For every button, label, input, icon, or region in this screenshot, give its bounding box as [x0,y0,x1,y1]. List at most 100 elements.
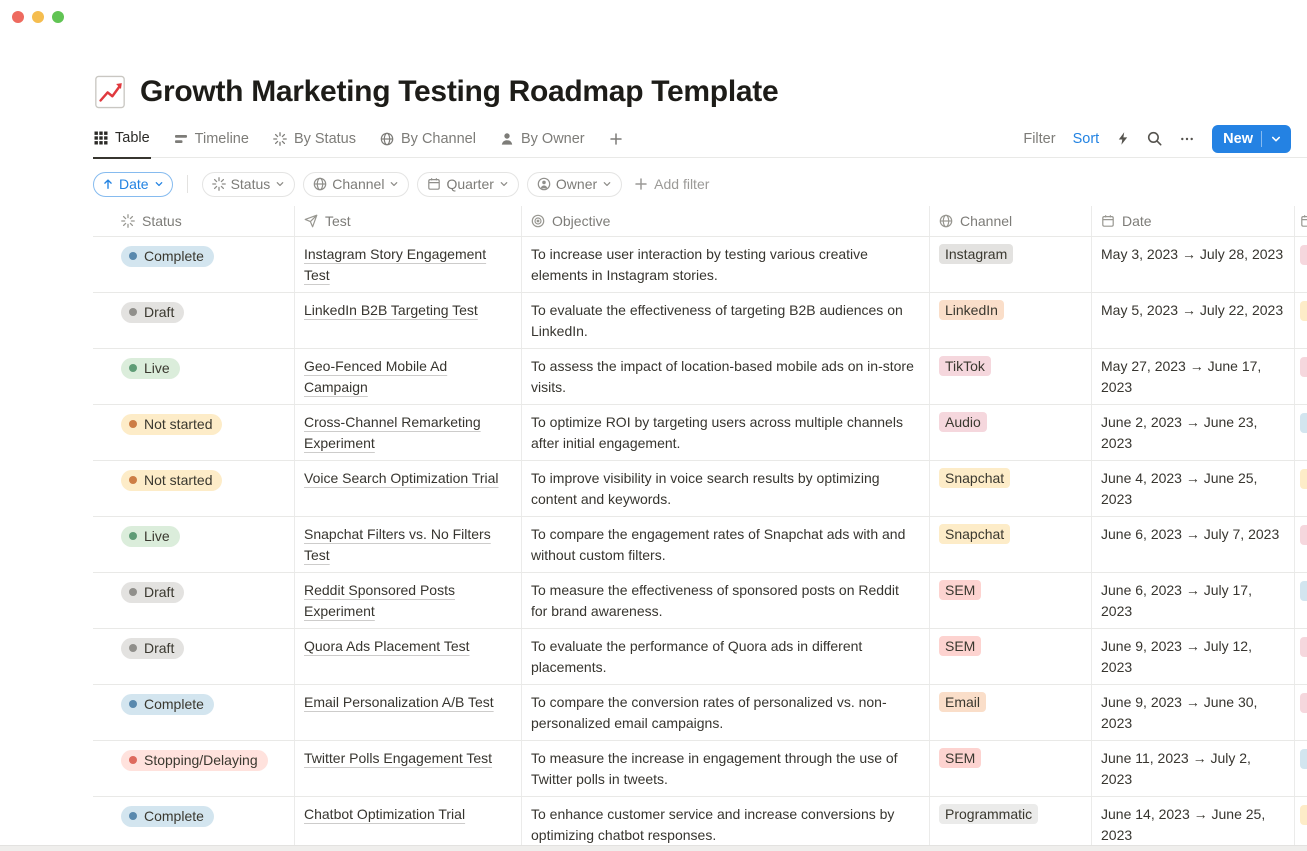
test-title-link[interactable]: LinkedIn B2B Targeting Test [304,302,478,318]
quarter-cell-cut[interactable] [1295,517,1307,572]
date-cell[interactable]: May 27, 2023 → June 17, 2023 [1092,349,1295,404]
column-header-objective[interactable]: Objective [522,206,930,236]
bolt-icon[interactable] [1116,131,1130,146]
objective-cell[interactable]: To enhance customer service and increase… [522,797,930,851]
filter-pill-channel[interactable]: Channel [303,172,409,197]
objective-cell[interactable]: To assess the impact of location-based m… [522,349,930,404]
quarter-cell-cut[interactable] [1295,797,1307,851]
status-cell[interactable]: Draft [93,573,295,628]
filter-pill-status[interactable]: Status [202,172,296,197]
add-filter-button[interactable]: Add filter [634,176,709,192]
chevron-down-icon[interactable] [1270,133,1282,145]
date-cell[interactable]: June 9, 2023 → July 12, 2023 [1092,629,1295,684]
channel-cell[interactable]: Email [930,685,1092,740]
test-cell[interactable]: Quora Ads Placement Test [295,629,522,684]
more-icon[interactable] [1179,132,1195,146]
column-header-cut[interactable] [1295,206,1307,236]
quarter-cell-cut[interactable] [1295,685,1307,740]
date-cell[interactable]: June 14, 2023 → June 25, 2023 [1092,797,1295,851]
test-cell[interactable]: Cross-Channel Remarketing Experiment [295,405,522,460]
test-title-link[interactable]: Voice Search Optimization Trial [304,470,499,486]
test-cell[interactable]: Instagram Story Engagement Test [295,237,522,292]
channel-cell[interactable]: SEM [930,573,1092,628]
tab-by-owner[interactable]: By Owner [499,126,586,157]
channel-cell[interactable]: Programmatic [930,797,1092,851]
status-cell[interactable]: Complete [93,237,295,292]
test-title-link[interactable]: Cross-Channel Remarketing Experiment [304,414,481,451]
zoom-window-button[interactable] [52,11,64,23]
status-cell[interactable]: Live [93,349,295,404]
close-window-button[interactable] [12,11,24,23]
channel-cell[interactable]: Snapchat [930,517,1092,572]
test-title-link[interactable]: Instagram Story Engagement Test [304,246,486,283]
column-header-status[interactable]: Status [93,206,295,236]
quarter-cell-cut[interactable] [1295,237,1307,292]
test-title-link[interactable]: Quora Ads Placement Test [304,638,470,654]
channel-cell[interactable]: LinkedIn [930,293,1092,348]
objective-cell[interactable]: To evaluate the effectiveness of targeti… [522,293,930,348]
column-header-test[interactable]: Test [295,206,522,236]
quarter-cell-cut[interactable] [1295,629,1307,684]
status-cell[interactable]: Complete [93,685,295,740]
status-cell[interactable]: Draft [93,293,295,348]
test-title-link[interactable]: Snapchat Filters vs. No Filters Test [304,526,491,563]
new-button[interactable]: New [1212,125,1291,153]
objective-cell[interactable]: To improve visibility in voice search re… [522,461,930,516]
test-title-link[interactable]: Chatbot Optimization Trial [304,806,465,822]
window-controls[interactable] [12,11,64,23]
date-cell[interactable]: June 9, 2023 → June 30, 2023 [1092,685,1295,740]
filter-button[interactable]: Filter [1023,131,1055,147]
test-title-link[interactable]: Twitter Polls Engagement Test [304,750,492,766]
status-cell[interactable]: Live [93,517,295,572]
date-cell[interactable]: June 11, 2023 → July 2, 2023 [1092,741,1295,796]
test-cell[interactable]: Reddit Sponsored Posts Experiment [295,573,522,628]
date-cell[interactable]: June 6, 2023 → July 7, 2023 [1092,517,1295,572]
test-cell[interactable]: Snapchat Filters vs. No Filters Test [295,517,522,572]
date-cell[interactable]: June 2, 2023 → June 23, 2023 [1092,405,1295,460]
objective-cell[interactable]: To compare the engagement rates of Snapc… [522,517,930,572]
sort-button[interactable]: Sort [1073,131,1100,147]
sort-pill-date[interactable]: Date [93,172,173,197]
status-cell[interactable]: Complete [93,797,295,851]
test-cell[interactable]: Twitter Polls Engagement Test [295,741,522,796]
quarter-cell-cut[interactable] [1295,293,1307,348]
test-title-link[interactable]: Geo-Fenced Mobile Ad Campaign [304,358,447,395]
quarter-cell-cut[interactable] [1295,349,1307,404]
test-title-link[interactable]: Email Personalization A/B Test [304,694,494,710]
status-cell[interactable]: Not started [93,405,295,460]
tab-table[interactable]: Table [93,126,151,159]
quarter-cell-cut[interactable] [1295,405,1307,460]
date-cell[interactable]: June 4, 2023 → June 25, 2023 [1092,461,1295,516]
channel-cell[interactable]: Snapchat [930,461,1092,516]
channel-cell[interactable]: Instagram [930,237,1092,292]
status-cell[interactable]: Draft [93,629,295,684]
date-cell[interactable]: May 5, 2023 → July 22, 2023 [1092,293,1295,348]
objective-cell[interactable]: To optimize ROI by targeting users acros… [522,405,930,460]
search-icon[interactable] [1147,131,1162,146]
tab-by-channel[interactable]: By Channel [379,126,477,157]
objective-cell[interactable]: To increase user interaction by testing … [522,237,930,292]
channel-cell[interactable]: SEM [930,629,1092,684]
column-header-channel[interactable]: Channel [930,206,1092,236]
date-cell[interactable]: May 3, 2023 → July 28, 2023 [1092,237,1295,292]
test-cell[interactable]: Chatbot Optimization Trial [295,797,522,851]
date-cell[interactable]: June 6, 2023 → July 17, 2023 [1092,573,1295,628]
status-cell[interactable]: Stopping/Delaying [93,741,295,796]
tab-timeline[interactable]: Timeline [173,126,250,157]
quarter-cell-cut[interactable] [1295,461,1307,516]
channel-cell[interactable]: SEM [930,741,1092,796]
channel-cell[interactable]: Audio [930,405,1092,460]
channel-cell[interactable]: TikTok [930,349,1092,404]
test-cell[interactable]: Geo-Fenced Mobile Ad Campaign [295,349,522,404]
test-title-link[interactable]: Reddit Sponsored Posts Experiment [304,582,455,619]
chart-increasing-icon[interactable] [93,75,127,109]
test-cell[interactable]: LinkedIn B2B Targeting Test [295,293,522,348]
page-title[interactable]: Growth Marketing Testing Roadmap Templat… [140,75,778,109]
quarter-cell-cut[interactable] [1295,573,1307,628]
filter-pill-quarter[interactable]: Quarter [417,172,518,197]
status-cell[interactable]: Not started [93,461,295,516]
quarter-cell-cut[interactable] [1295,741,1307,796]
objective-cell[interactable]: To measure the increase in engagement th… [522,741,930,796]
column-header-date[interactable]: Date [1092,206,1295,236]
minimize-window-button[interactable] [32,11,44,23]
